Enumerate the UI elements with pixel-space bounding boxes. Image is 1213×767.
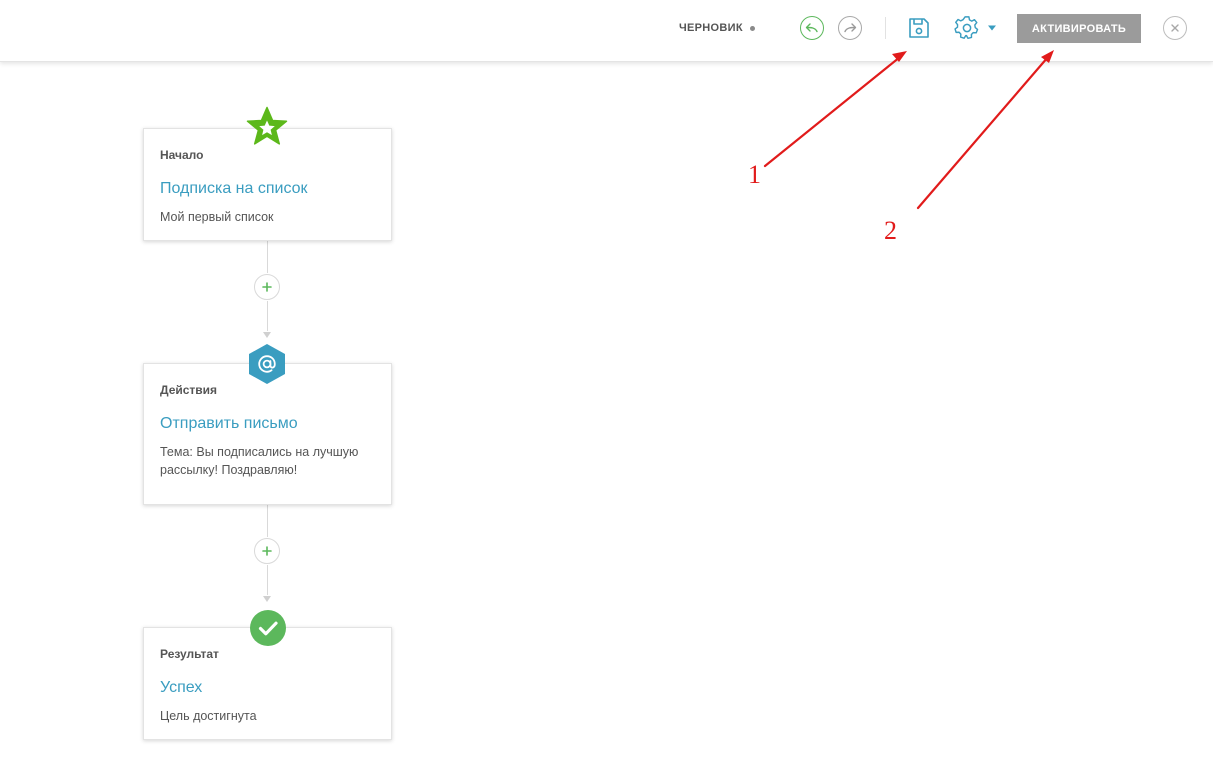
flow-connector — [267, 301, 268, 331]
settings-button[interactable] — [953, 14, 981, 42]
result-badge — [250, 610, 286, 646]
annotation-number-1: 1 — [748, 160, 761, 189]
add-step-button[interactable] — [254, 538, 280, 564]
card-title: Отправить письмо — [160, 415, 298, 432]
automation-editor: ЧЕРНОВИК АКТИВИРОВАТЬ Начало Подписка на… — [0, 0, 1213, 767]
start-badge — [245, 106, 289, 150]
card-description: Цель достигнута — [160, 709, 257, 723]
annotation-number-2: 2 — [884, 216, 897, 245]
plus-icon — [262, 282, 272, 292]
redo-icon — [844, 23, 857, 33]
flow-connector — [267, 505, 268, 537]
close-button[interactable] — [1163, 16, 1187, 40]
star-icon — [246, 106, 288, 145]
at-sign-icon — [249, 344, 285, 384]
card-label: Начало — [160, 148, 204, 162]
top-toolbar: ЧЕРНОВИК АКТИВИРОВАТЬ — [0, 0, 1213, 62]
card-title: Подписка на список — [160, 180, 308, 197]
action-badge — [246, 342, 288, 386]
status-dot — [750, 26, 755, 31]
card-label: Действия — [160, 383, 218, 397]
status-label: ЧЕРНОВИК — [679, 22, 743, 34]
annotation-arrow-2 — [916, 55, 1050, 210]
card-description: Тема: Вы подписались на лучшую рассылку!… — [160, 445, 359, 477]
toolbar-divider — [885, 17, 886, 39]
flow-connector — [267, 241, 268, 273]
card-title: Успех — [160, 679, 203, 696]
redo-button[interactable] — [838, 16, 862, 40]
plus-icon — [262, 546, 272, 556]
save-button[interactable] — [906, 15, 932, 41]
close-icon — [1171, 24, 1179, 32]
settings-dropdown-toggle[interactable] — [986, 22, 998, 34]
undo-icon — [805, 23, 818, 33]
undo-button[interactable] — [800, 16, 824, 40]
flow-arrow — [263, 596, 271, 602]
card-label: Результат — [160, 647, 219, 661]
gear-icon — [954, 16, 979, 40]
checkmark-icon — [250, 610, 286, 646]
activate-button[interactable]: АКТИВИРОВАТЬ — [1017, 14, 1141, 43]
flow-connector — [267, 565, 268, 595]
card-description: Мой первый список — [160, 210, 274, 224]
caret-down-icon — [988, 25, 996, 31]
flow-arrow — [263, 332, 271, 338]
floppy-disk-icon — [909, 18, 929, 38]
annotation-arrow-1 — [763, 55, 902, 168]
add-step-button[interactable] — [254, 274, 280, 300]
